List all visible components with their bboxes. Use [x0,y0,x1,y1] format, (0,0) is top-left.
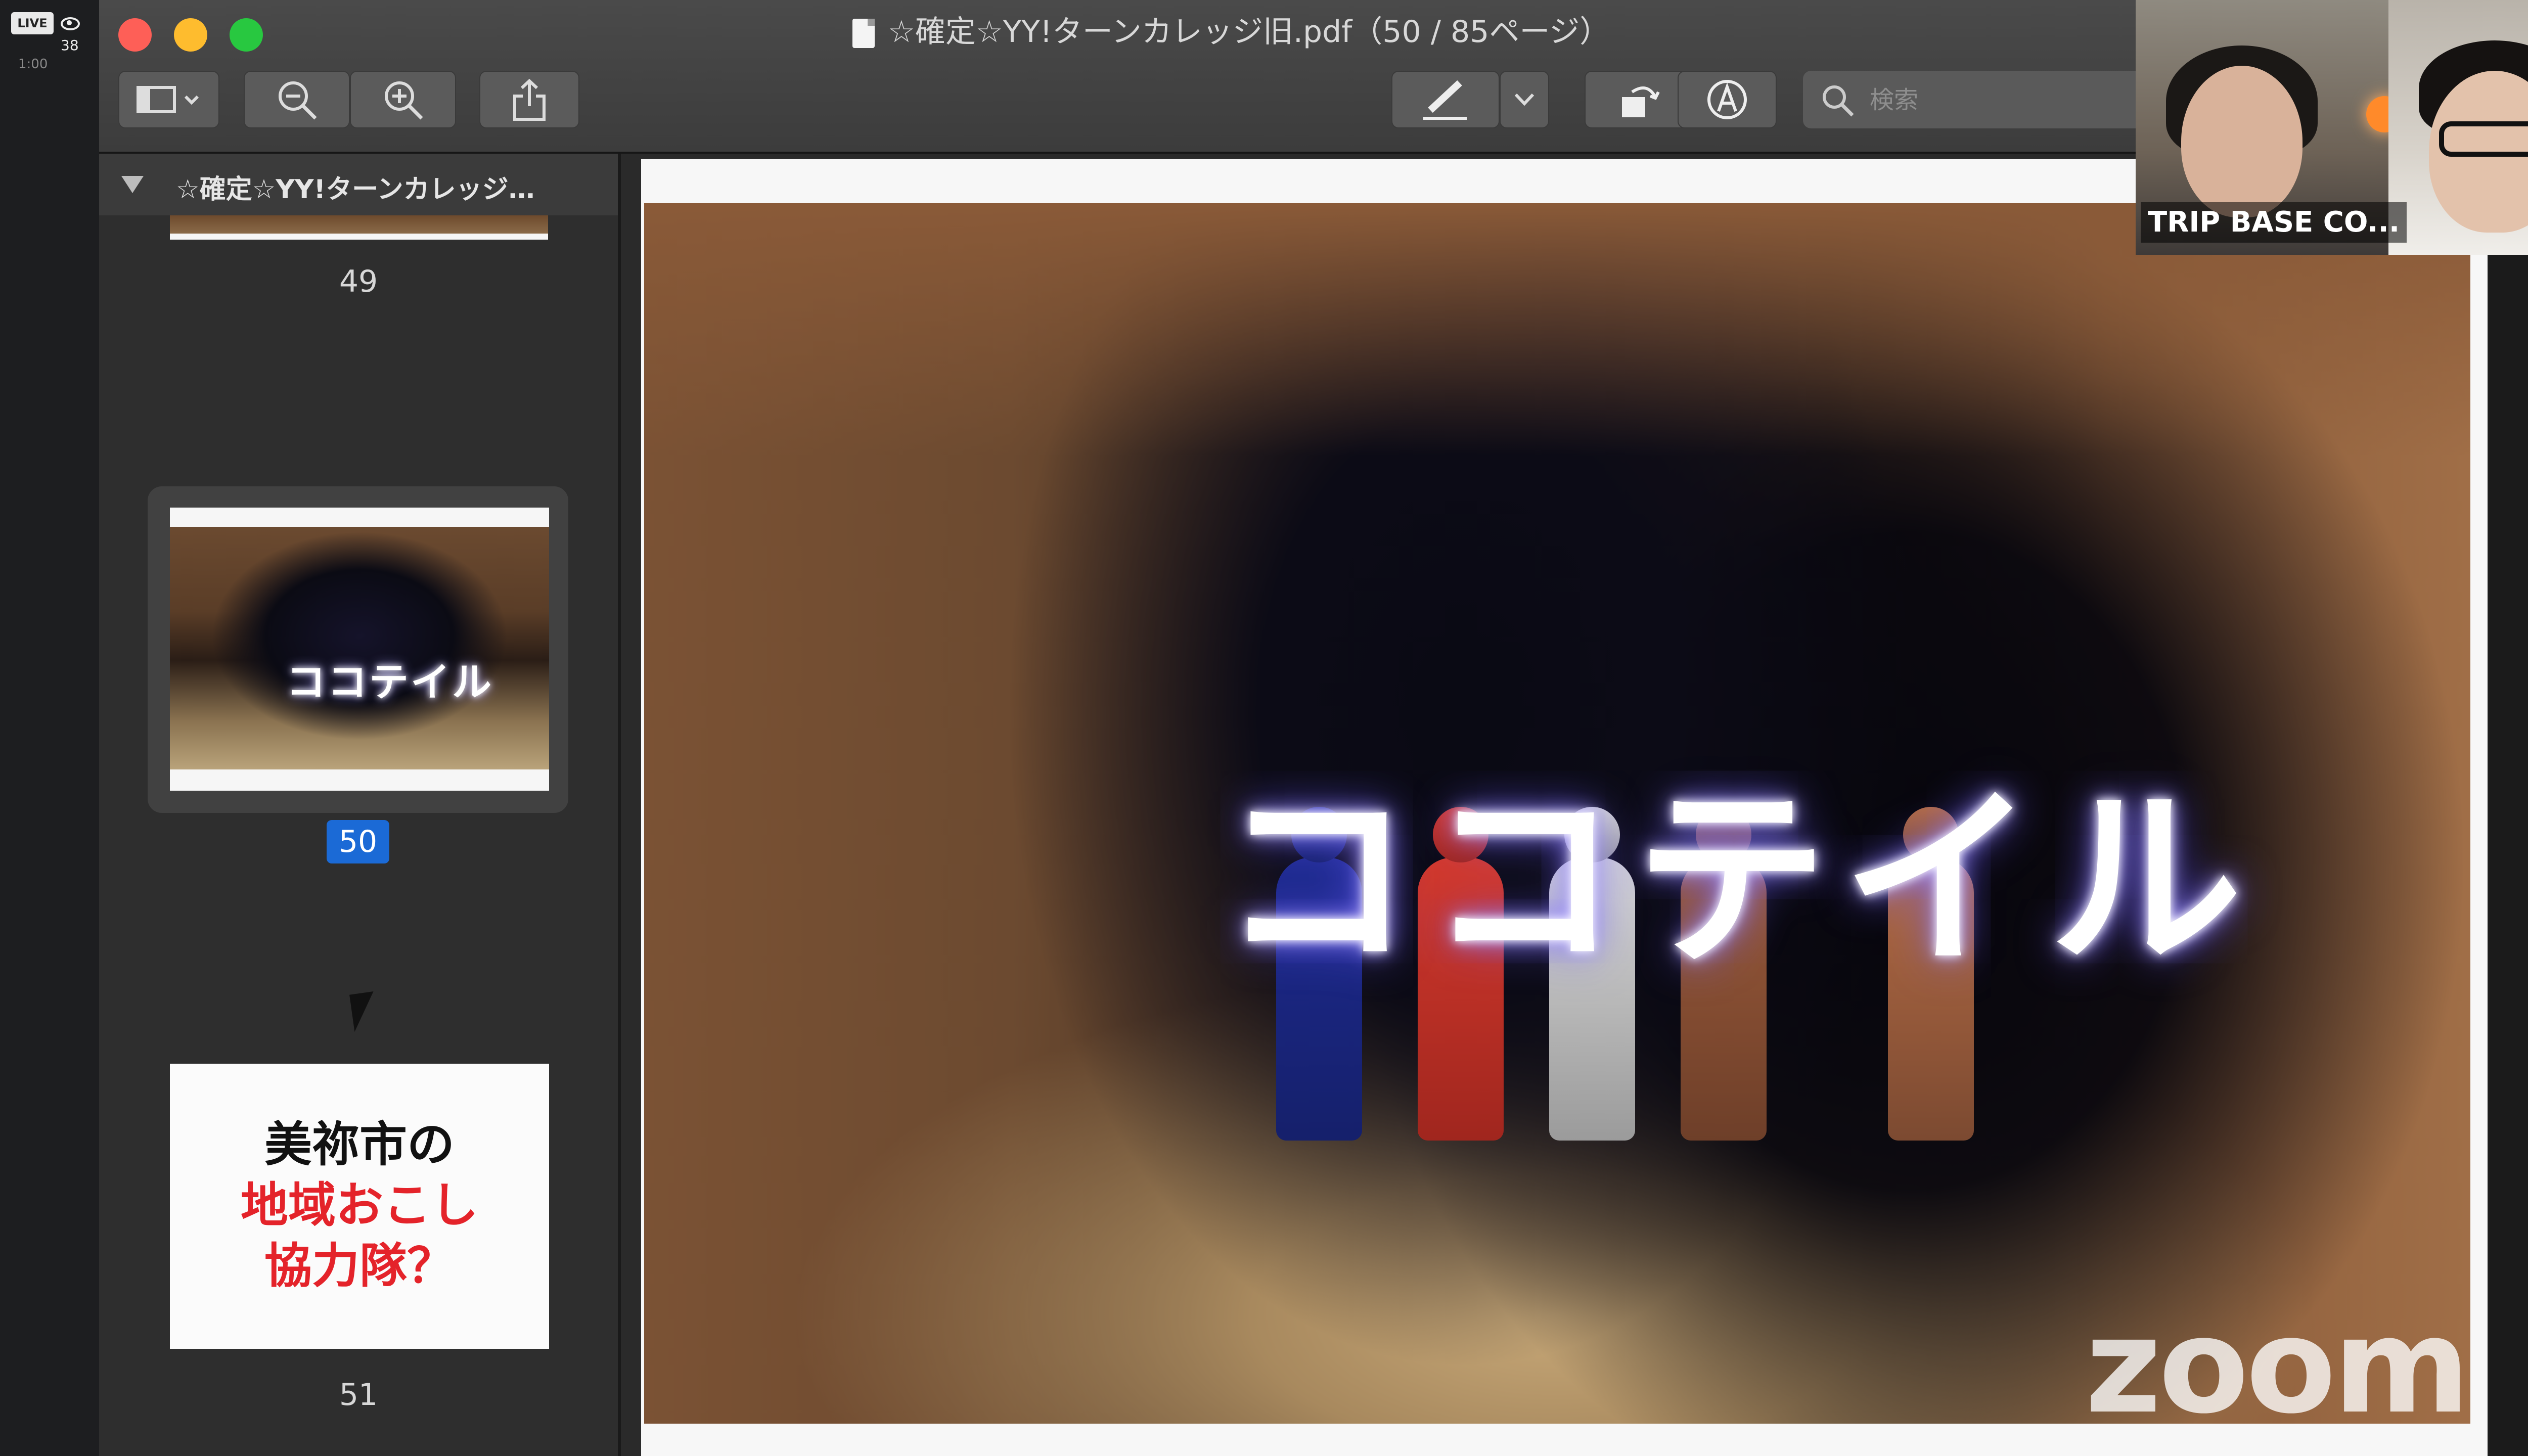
disclosure-triangle-icon[interactable] [121,176,144,193]
stream-timer: 1:00 [18,57,48,72]
document-title-text: ☆確定☆YY!ターンカレッジ旧.pdf（50 / 85ページ） [888,14,1610,50]
zoom-watermark: zoom [2085,1290,2470,1424]
search-icon [1823,85,1854,117]
pdf-document-icon [852,19,875,49]
viewer-count: 38 [61,12,99,57]
thumbnail-cave-image: ココテイル [170,527,549,769]
preview-window: ☆確定☆YY!ターンカレッジ旧.pdf（50 / 85ページ） 検索 ☆確定☆Y… [99,0,2488,1456]
page-thumbnail-49[interactable] [170,215,548,240]
sidebar-header[interactable]: ☆確定☆YY!ターンカレッジ… [99,154,618,215]
document-view[interactable]: ココテイル zoom [621,154,2488,1456]
maximize-button[interactable] [230,18,263,52]
thumbnail-sidebar: ☆確定☆YY!ターンカレッジ… 49 ココテイル 50 美祢市の 地域おこし 協… [99,154,621,1456]
markup-menu-button[interactable] [1500,71,1549,128]
participant-name-label: TRIP BASE CO... [2141,202,2407,243]
video-tile-participant-2[interactable] [2388,0,2528,255]
zoom-in-icon [385,81,423,120]
mouse-pointer-icon [349,991,379,1032]
minimize-button[interactable] [174,18,207,52]
zoom-in-button[interactable] [350,71,456,128]
document-title: ☆確定☆YY!ターンカレッジ旧.pdf（50 / 85ページ） [852,9,1610,55]
annotate-button[interactable] [1678,71,1777,128]
title-bar: ☆確定☆YY!ターンカレッジ旧.pdf（50 / 85ページ） [99,0,2488,154]
pdf-page-50: ココテイル zoom [641,159,2488,1456]
eye-icon [61,17,80,30]
thumbnail-51-line-3: 協力隊？ [264,1239,455,1294]
cave-photo: ココテイル zoom [644,203,2470,1424]
page-number-49: 49 [339,264,378,299]
zoom-out-button[interactable] [244,71,350,128]
sidebar-document-title: ☆確定☆YY!ターンカレッジ… [176,174,535,205]
close-button[interactable] [118,18,152,52]
thumbnail-light-text: ココテイル [286,660,494,705]
pen-icon [1423,80,1467,120]
live-stream-strip: LIVE 38 1:00 [0,0,99,1456]
light-painting-text: ココテイル [1221,768,2257,992]
share-icon [513,78,546,121]
share-button[interactable] [479,71,579,128]
viewer-count-value: 38 [61,37,79,54]
thumbnail-51-line-2: 地域おこし [240,1178,478,1233]
live-badge: LIVE [11,12,54,34]
markup-pen-button[interactable] [1391,71,1500,128]
glasses [2439,121,2528,157]
page-number-51: 51 [339,1377,378,1413]
thumbnail-51-line-1: 美祢市の [264,1117,455,1172]
rotate-icon [1622,86,1660,117]
page-thumbnail-51[interactable]: 美祢市の 地域おこし 協力隊？ [170,1064,549,1349]
sidebar-icon [137,86,199,113]
page-number-50-selected: 50 [327,820,389,863]
chevron-down-icon [1514,93,1534,106]
sidebar-toggle-button[interactable] [118,71,219,128]
participant-face [2181,66,2303,217]
zoom-out-icon [279,81,317,120]
page-thumbnail-50[interactable]: ココテイル [170,508,549,791]
markup-circle-icon [1707,80,1747,119]
